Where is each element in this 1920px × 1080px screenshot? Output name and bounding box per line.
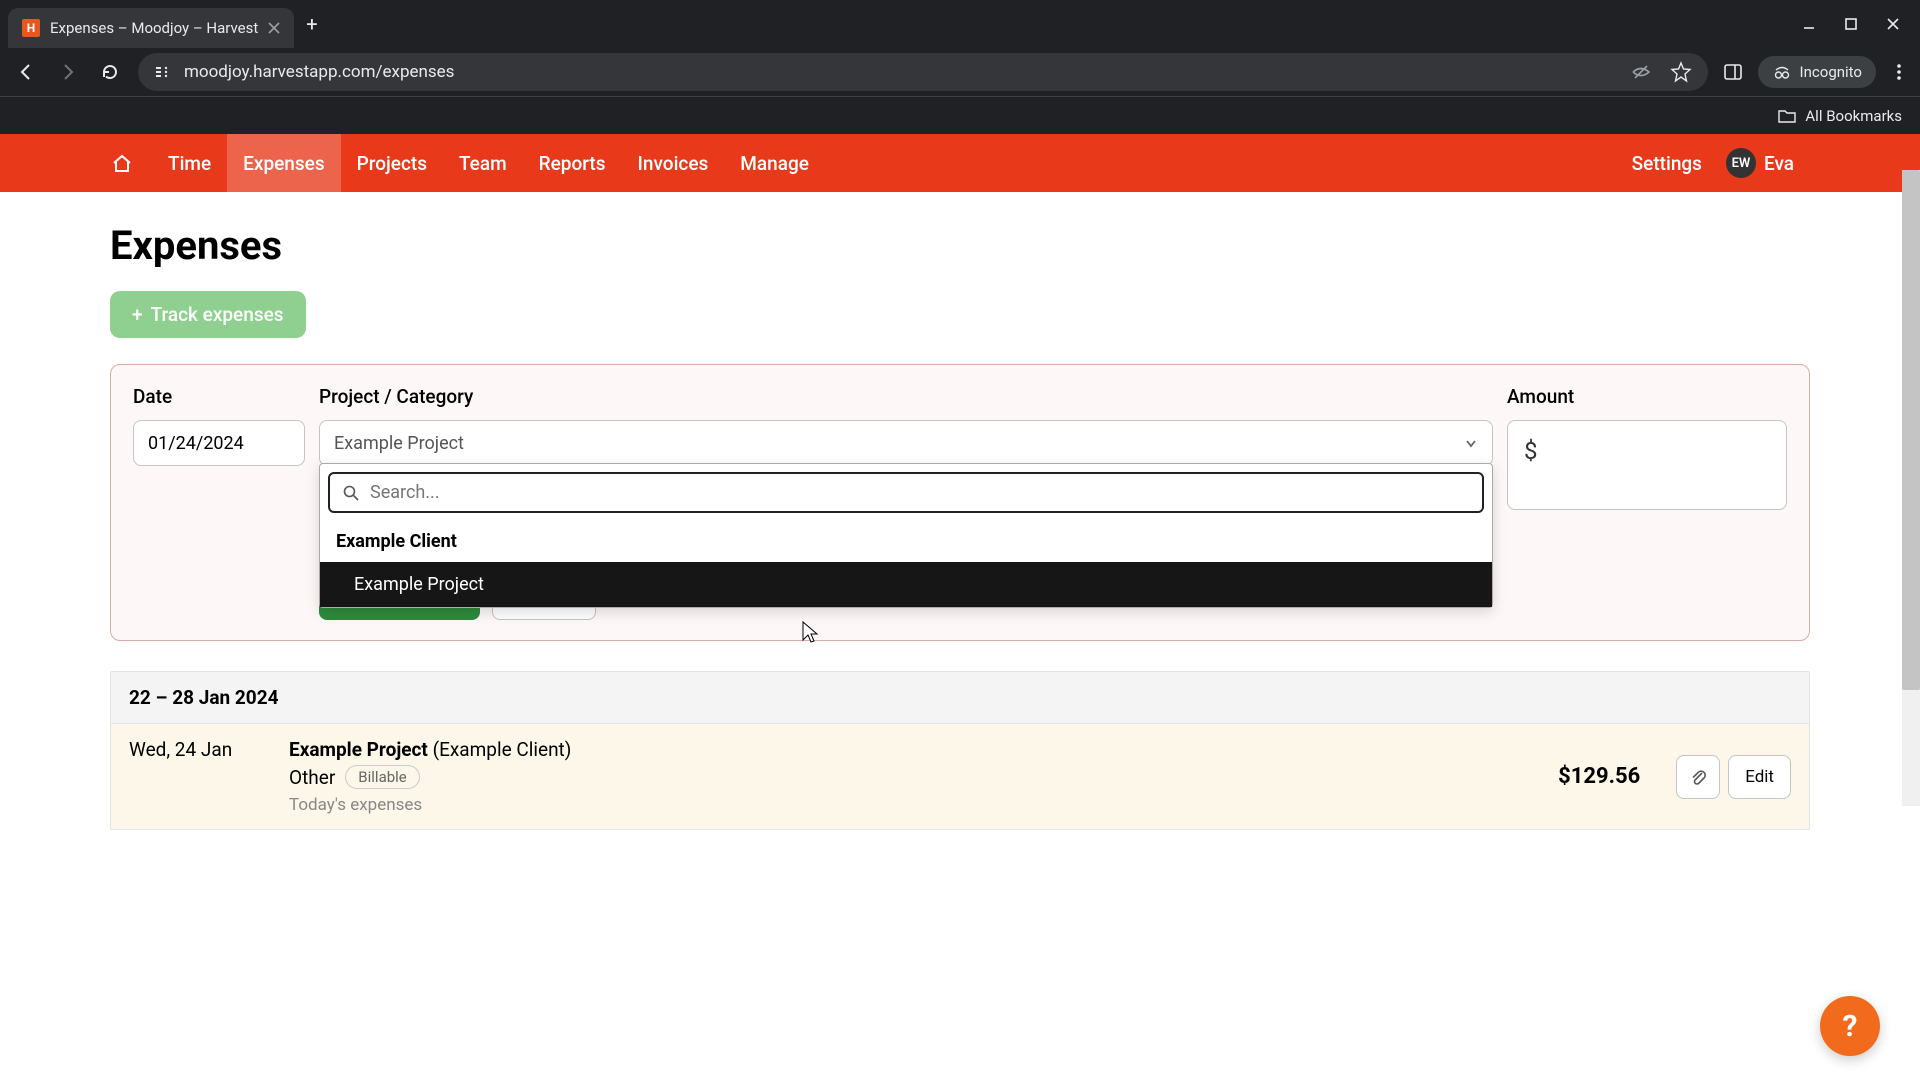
nav-manage[interactable]: Manage [724,134,825,192]
incognito-badge[interactable]: Incognito [1758,56,1876,88]
page-title: Expenses [110,222,1810,269]
project-label: Project / Category [319,385,1493,408]
close-tab-icon[interactable] [268,22,280,34]
expense-category: Other [289,766,335,789]
expense-amount: $129.56 [1558,764,1640,789]
browser-toolbar: moodjoy.harvestapp.com/expenses Incognit… [0,48,1920,96]
dropdown-option[interactable]: Example Project [320,562,1492,607]
attachment-button[interactable] [1676,755,1720,799]
nav-settings[interactable]: Settings [1616,134,1718,192]
side-panel-icon[interactable] [1722,61,1744,83]
incognito-label: Incognito [1800,63,1862,81]
amount-input[interactable]: $ [1507,420,1787,510]
app-nav: Time Expenses Projects Team Reports Invo… [0,134,1920,192]
search-icon [342,484,360,502]
mouse-cursor-icon [800,620,820,646]
expense-project: Example Project (Example Client) [289,738,1538,761]
all-bookmarks-link[interactable]: All Bookmarks [1805,107,1902,125]
dropdown-search-input[interactable] [370,482,1470,503]
expense-note: Today's expenses [289,795,1538,815]
incognito-icon [1772,62,1792,82]
eye-off-icon[interactable] [1630,61,1652,83]
expense-form: Date Project / Category Example Project [110,364,1810,641]
date-input[interactable] [133,420,305,466]
page-content: Expenses + Track expenses Date Project /… [0,192,1920,860]
close-window-icon[interactable] [1886,17,1900,31]
nav-invoices[interactable]: Invoices [622,134,725,192]
expense-list: 22 – 28 Jan 2024 Wed, 24 Jan Example Pro… [110,671,1810,830]
maximize-icon[interactable] [1844,17,1858,31]
project-selected-value: Example Project [334,433,464,454]
bookmarks-bar: All Bookmarks [0,96,1920,134]
bookmark-star-icon[interactable] [1670,61,1692,83]
help-button[interactable]: ? [1820,996,1880,1056]
reload-button[interactable] [96,58,124,86]
dropdown-search [328,472,1484,513]
user-name[interactable]: Eva [1764,134,1810,192]
minimize-icon[interactable] [1802,17,1816,31]
plus-icon: + [132,303,143,326]
date-label: Date [133,385,305,408]
tab-title: Expenses – Moodjoy – Harvest [50,19,258,37]
currency-prefix: $ [1524,437,1538,465]
scrollbar[interactable] [1902,170,1920,806]
browser-chrome: H Expenses – Moodjoy – Harvest + moodjoy… [0,0,1920,134]
chevron-down-icon [1464,436,1478,450]
browser-tab[interactable]: H Expenses – Moodjoy – Harvest [8,8,294,48]
back-button[interactable] [12,58,40,86]
url-bar[interactable]: moodjoy.harvestapp.com/expenses [138,53,1708,91]
scrollbar-thumb[interactable] [1902,170,1920,690]
nav-expenses[interactable]: Expenses [227,134,340,192]
window-controls [1802,17,1912,31]
avatar[interactable]: EW [1726,148,1756,178]
track-expenses-button[interactable]: + Track expenses [110,291,306,338]
edit-button[interactable]: Edit [1728,755,1791,799]
paperclip-icon [1688,767,1708,787]
expense-client-suffix: (Example Client) [433,738,572,761]
nav-team[interactable]: Team [443,134,523,192]
nav-reports[interactable]: Reports [523,134,622,192]
favicon: H [22,19,40,37]
project-select[interactable]: Example Project [319,420,1493,466]
url-text: moodjoy.harvestapp.com/expenses [184,62,454,82]
expense-project-name: Example Project [289,738,428,761]
track-expenses-label: Track expenses [151,303,284,326]
expense-row: Wed, 24 Jan Example Project (Example Cli… [111,724,1809,829]
billable-badge: Billable [345,765,419,789]
nav-time[interactable]: Time [152,134,227,192]
nav-projects[interactable]: Projects [341,134,443,192]
expense-date: Wed, 24 Jan [129,738,269,761]
amount-label: Amount [1507,385,1787,408]
new-tab-button[interactable]: + [306,12,317,36]
week-header: 22 – 28 Jan 2024 [111,672,1809,724]
home-icon[interactable] [110,151,134,175]
project-dropdown: Example Client Example Project [319,463,1493,608]
site-settings-icon[interactable] [154,63,172,81]
tab-bar: H Expenses – Moodjoy – Harvest + [0,0,1920,48]
expense-details: Example Project (Example Client) Other B… [289,738,1538,815]
dropdown-group-label: Example Client [320,521,1492,562]
bookmarks-folder-icon[interactable] [1777,106,1797,126]
menu-icon[interactable] [1890,63,1908,81]
forward-button[interactable] [54,58,82,86]
